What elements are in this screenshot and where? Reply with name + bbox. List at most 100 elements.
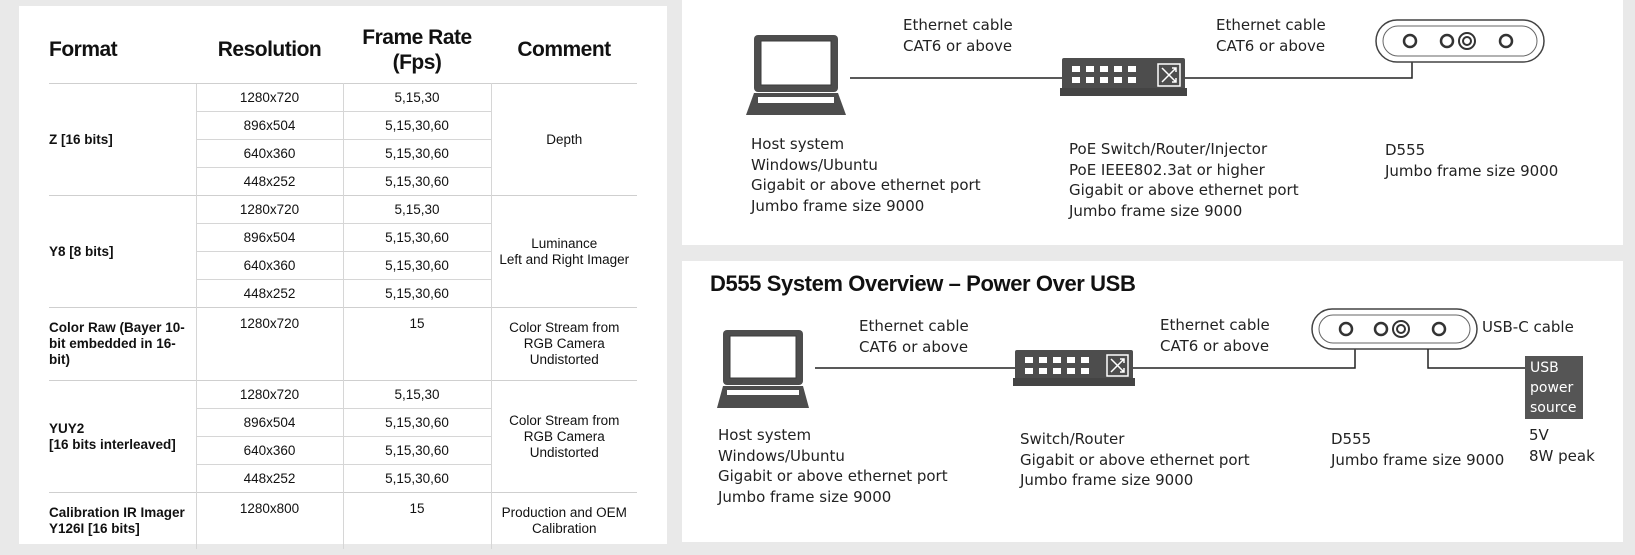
network-switch-icon	[1060, 58, 1187, 96]
frame-rate-cell: 5,15,30,60	[343, 139, 492, 168]
usb-diagram-panel: D555 System Overview – Power Over USB US…	[682, 261, 1623, 542]
frame-rate-cell: 15	[343, 492, 492, 549]
table-row: Color Raw (Bayer 10-bit embedded in 16-b…	[49, 307, 637, 381]
usb-host-line1: Host system	[718, 426, 812, 444]
resolution-cell: 896x504	[195, 223, 344, 252]
poe-switch-line4: Jumbo frame size 9000	[1069, 201, 1243, 220]
comment-line: Production and OEM	[501, 505, 627, 520]
frame-rate-cell: 5,15,30	[343, 380, 492, 409]
usb-host-line4: Jumbo frame size 9000	[718, 487, 892, 506]
usb-camera-label: D555 Jumbo frame size 9000	[1331, 429, 1504, 470]
usb-cable1-line1: Ethernet cable	[859, 317, 969, 335]
comment-line: Undistorted	[529, 444, 599, 460]
usb-cable2-line1: Ethernet cable	[1160, 316, 1270, 334]
stream-format-table-panel: Format Resolution Frame Rate (Fps) Commen…	[19, 6, 667, 549]
poe-switch-line2: PoE IEEE802.3at or higher	[1069, 160, 1265, 179]
poe-host-line3: Gigabit or above ethernet port	[751, 176, 981, 194]
frame-rate-cell: 5,15,30	[343, 83, 492, 112]
resolution-cell: 640x360	[195, 139, 344, 168]
header-comment: Comment	[517, 38, 611, 61]
comment-line: Luminance	[531, 235, 598, 251]
usb-switch-line1: Switch/Router	[1020, 430, 1125, 448]
comment-cell: Color Stream from RGB Camera Undistorted	[491, 380, 637, 493]
resolution-cell: 896x504	[195, 408, 344, 437]
header-frame-rate-line1: Frame Rate	[362, 25, 472, 49]
poe-camera-label: D555 Jumbo frame size 9000	[1385, 140, 1558, 181]
poe-cable2-label: Ethernet cable CAT6 or above	[1216, 15, 1326, 56]
frame-rate-cell: 5,15,30,60	[343, 436, 492, 465]
format-cell: YUY2 [16 bits interleaved]	[49, 380, 196, 493]
comment-line: Undistorted	[529, 352, 599, 367]
laptop-icon	[717, 330, 809, 408]
frame-rate-cell: 15	[343, 307, 492, 381]
frame-rate-cell: 5,15,30,60	[343, 223, 492, 252]
usb-switch-line2: Gigabit or above ethernet port	[1020, 450, 1250, 469]
poe-camera-line2: Jumbo frame size 9000	[1385, 161, 1559, 180]
usb-camera-line1: D555	[1331, 430, 1372, 448]
table-header-row: Format Resolution Frame Rate (Fps) Commen…	[49, 16, 637, 84]
resolution-cell: 640x360	[195, 436, 344, 465]
poe-camera-line1: D555	[1385, 141, 1426, 159]
resolution-cell: 640x360	[195, 251, 344, 280]
ethernet-cable-line-2	[1185, 60, 1413, 79]
comment-line: RGB Camera	[523, 428, 605, 444]
frame-rate-cell: 5,15,30,60	[343, 167, 492, 196]
poe-cable1-line2: CAT6 or above	[903, 36, 1013, 55]
comment-line: Calibration	[531, 521, 597, 536]
resolution-cell: 448x252	[195, 464, 344, 493]
table-body: Z [16 bits] 1280x720 5,15,30 Depth 896x504 5,…	[49, 83, 637, 549]
comment-line: Left and Right Imager	[499, 251, 630, 267]
poe-cable2-line2: CAT6 or above	[1216, 36, 1326, 55]
table-row: Calibration IR Imager Y126I [16 bits] 128…	[49, 492, 637, 549]
usb-switch-label: Switch/Router Gigabit or above ethernet …	[1020, 429, 1250, 491]
table-row: YUY2 [16 bits interleaved] 1280x720 5,15,3…	[49, 380, 637, 493]
comment-line: Color Stream from	[509, 320, 620, 335]
usb-power-line2: 8W peak	[1529, 446, 1595, 465]
comment-cell: Color Stream from RGB Camera Undistorted	[491, 307, 637, 381]
resolution-cell: 1280x800	[195, 492, 344, 549]
poe-host-line4: Jumbo frame size 9000	[751, 196, 925, 215]
usb-cable1-line2: CAT6 or above	[859, 337, 969, 356]
stream-format-table: Format Resolution Frame Rate (Fps) Commen…	[49, 16, 637, 549]
frame-rate-cell: 5,15,30,60	[343, 408, 492, 437]
usb-power-box-line3: source	[1530, 400, 1577, 416]
header-frame-rate-line2: (Fps)	[392, 50, 442, 74]
comment-cell: Depth	[491, 83, 637, 196]
resolution-cell: 448x252	[195, 279, 344, 308]
network-switch-icon	[1013, 350, 1135, 386]
table-row: Z [16 bits] 1280x720 5,15,30 Depth	[49, 83, 637, 196]
poe-switch-label: PoE Switch/Router/Injector PoE IEEE802.3…	[1069, 139, 1299, 221]
usb-power-line1: 5V	[1529, 426, 1549, 444]
laptop-icon	[746, 35, 846, 115]
usb-power-box-line1: USB	[1530, 360, 1559, 376]
usb-host-line2: Windows/Ubuntu	[718, 446, 845, 465]
resolution-cell: 1280x720	[195, 83, 344, 112]
usb-host-line3: Gigabit or above ethernet port	[718, 467, 948, 485]
usb-cable2-label: Ethernet cable CAT6 or above	[1160, 315, 1270, 356]
usb-camera-line2: Jumbo frame size 9000	[1331, 450, 1505, 469]
usb-power-source-box: USB power source	[1525, 356, 1583, 419]
usb-c-cable-line	[1427, 349, 1525, 369]
header-resolution: Resolution	[217, 38, 322, 61]
resolution-cell: 1280x720	[195, 380, 344, 409]
comment-cell: Production and OEM Calibration	[491, 492, 637, 549]
poe-cable1-label: Ethernet cable CAT6 or above	[903, 15, 1013, 56]
header-frame-rate: Frame Rate (Fps)	[343, 16, 491, 84]
poe-diagram-panel: Ethernet cable CAT6 or above Ethernet ca…	[682, 0, 1623, 245]
poe-host-label: Host system Windows/Ubuntu Gigabit or ab…	[751, 134, 981, 216]
frame-rate-cell: 5,15,30,60	[343, 279, 492, 308]
depth-camera-icon	[1375, 19, 1545, 63]
comment-line: RGB Camera	[523, 336, 605, 351]
poe-host-line2: Windows/Ubuntu	[751, 155, 878, 174]
poe-cable1-line1: Ethernet cable	[903, 16, 1013, 34]
resolution-cell: 448x252	[195, 167, 344, 196]
usb-host-label: Host system Windows/Ubuntu Gigabit or ab…	[718, 425, 948, 507]
resolution-cell: 1280x720	[195, 195, 344, 224]
header-format: Format	[49, 38, 118, 61]
frame-rate-cell: 5,15,30,60	[343, 464, 492, 493]
usb-power-box-line2: power	[1530, 380, 1574, 396]
depth-camera-icon	[1311, 308, 1478, 350]
resolution-cell: 1280x720	[195, 307, 344, 381]
poe-cable2-line1: Ethernet cable	[1216, 16, 1326, 34]
comment-line: Depth	[546, 131, 583, 147]
